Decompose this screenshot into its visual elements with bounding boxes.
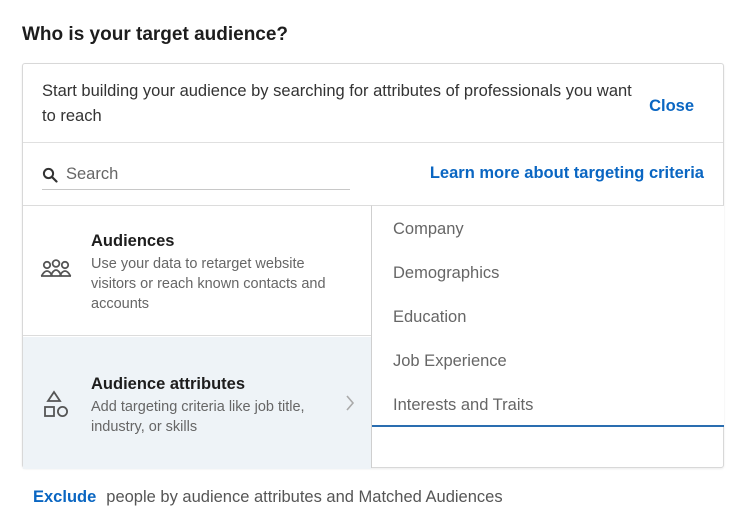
option-demographics[interactable]: Demographics [393,264,499,283]
category-list: Audiences Use your data to retarget webs… [23,205,372,469]
learn-more-link[interactable]: Learn more about targeting criteria [430,164,704,183]
category-description: Add targeting criteria like job title, i… [91,399,305,435]
page-title: Who is your target audience? [22,24,289,45]
option-education[interactable]: Education [393,308,466,327]
exclude-link[interactable]: Exclude [33,488,96,506]
search-input[interactable] [66,165,346,184]
category-title: Audience attributes [91,375,246,393]
search-row: Learn more about targeting criteria [23,143,723,205]
category-audiences[interactable]: Audiences Use your data to retarget webs… [23,206,371,336]
category-description: Use your data to retarget website visito… [91,256,326,312]
exclude-row: Exclude people by audience attributes and… [33,488,503,507]
shapes-icon [40,390,72,418]
close-button[interactable]: Close [649,97,694,116]
option-interests-and-traits[interactable]: Interests and Traits [393,396,533,415]
intro-text: Start building your audience by searchin… [42,82,632,125]
search-box[interactable] [42,160,350,190]
people-group-icon [40,258,72,286]
option-job-experience[interactable]: Job Experience [393,352,507,371]
category-title: Audiences [91,232,175,250]
chevron-right-icon [345,395,355,411]
exclude-text: people by audience attributes and Matche… [106,488,503,506]
option-company[interactable]: Company [393,220,464,239]
category-audience-attributes[interactable]: Audience attributes Add targeting criter… [23,337,371,469]
search-icon [42,166,60,184]
intro-section: Start building your audience by searchin… [23,64,723,143]
attribute-options-list: Company Demographics Education Job Exper… [372,205,724,427]
targeting-card: Start building your audience by searchin… [22,63,724,469]
